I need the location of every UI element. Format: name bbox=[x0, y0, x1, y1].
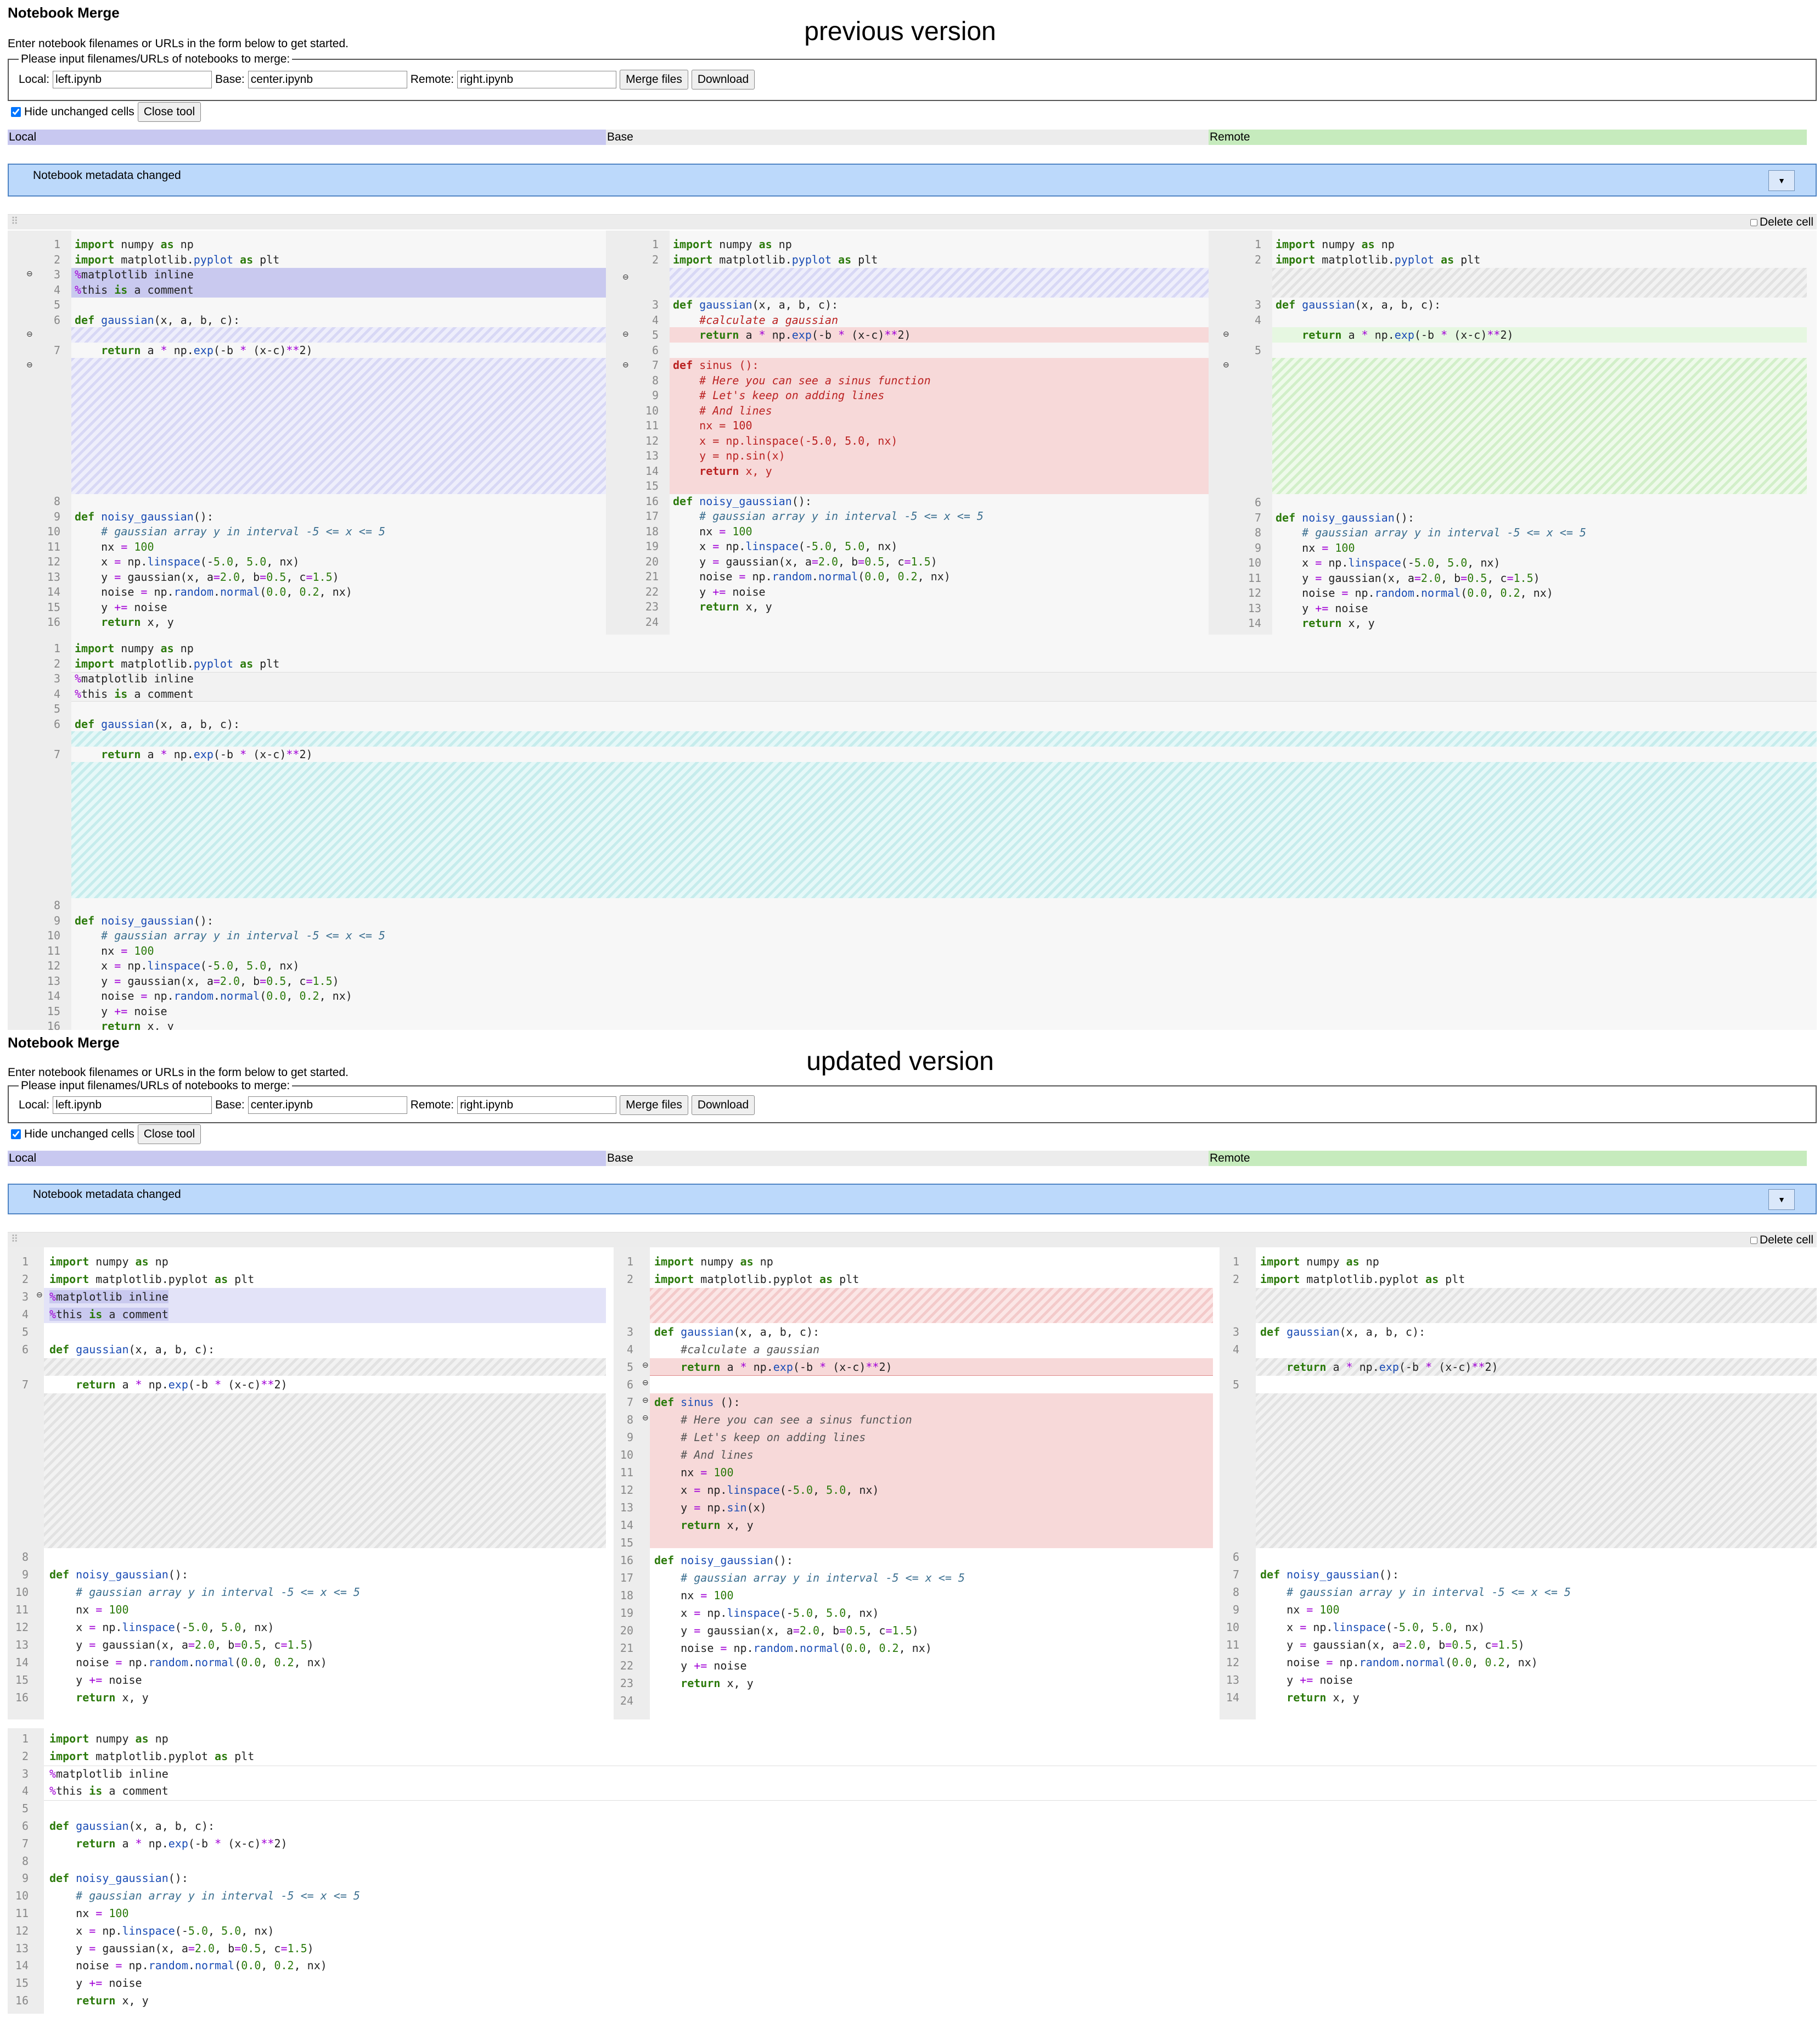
form-legend: Please input filenames/URLs of notebooks… bbox=[21, 53, 290, 65]
code-lines: def noisy_gaussian(): # gaussian array y… bbox=[1260, 1568, 1571, 1704]
code-lines: def noisy_gaussian(): # gaussian array y… bbox=[1276, 511, 1586, 630]
merge-form: Please input filenames/URLs of notebooks… bbox=[8, 1079, 1817, 1123]
column-header-base: Base bbox=[606, 130, 1209, 145]
merged-editor-pane[interactable]: 1 2 3 4 5 6 7 8 9 10 11 12 13 14 15 16 import numpy as … bbox=[8, 1728, 1817, 2014]
delete-cell-control[interactable]: Delete cell bbox=[1750, 216, 1813, 229]
cell-toolbar: ⠿ Delete cell bbox=[8, 1232, 1817, 1247]
code-lines: import numpy as np import matplotlib.pyp… bbox=[673, 238, 984, 613]
hide-unchanged-checkbox[interactable] bbox=[11, 1129, 21, 1139]
code-lines: import numpy as np import matplotlib.pyp… bbox=[49, 1732, 360, 2007]
code-lines: import numpy as np import matplotlib.pyp… bbox=[1276, 238, 1514, 341]
base-label: Base: bbox=[215, 1099, 245, 1111]
local-input[interactable] bbox=[53, 1096, 212, 1114]
local-editor-pane[interactable]: ⊖ ⊖ ⊖ 1234567 8 9 10 11 12 13 14 15 16 import nu… bbox=[8, 231, 606, 635]
close-tool-button[interactable]: Close tool bbox=[137, 102, 201, 122]
merge-files-button[interactable]: Merge files bbox=[620, 1095, 688, 1115]
local-input[interactable] bbox=[53, 71, 212, 88]
column-header-remote: Remote bbox=[1209, 1151, 1807, 1166]
local-label: Local: bbox=[19, 73, 50, 86]
drag-handle-icon[interactable]: ⠿ bbox=[11, 1234, 18, 1245]
column-header-local: Local bbox=[8, 1151, 606, 1166]
base-label: Base: bbox=[215, 73, 245, 86]
delete-cell-checkbox[interactable] bbox=[1750, 218, 1757, 226]
delete-cell-checkbox[interactable] bbox=[1750, 1236, 1757, 1244]
merge-arrow-icon[interactable]: ⊖ bbox=[36, 1290, 43, 1299]
metadata-changed-label: Notebook metadata changed bbox=[33, 169, 181, 182]
code-lines: def noisy_gaussian(): # gaussian array y… bbox=[49, 1568, 360, 1704]
delete-cell-control[interactable]: Delete cell bbox=[1750, 1234, 1813, 1247]
base-editor-pane[interactable]: ⊖ ⊖ ⊖ ⊖ 1 2 3 4 5 6 7 8 9 10 11 12 13 14 15 16 17 18 19 20 2… bbox=[614, 1247, 1213, 1719]
chevron-down-icon[interactable]: ▼ bbox=[1768, 1189, 1795, 1210]
instructions: Enter notebook filenames or URLs in the … bbox=[8, 37, 349, 50]
metadata-changed-label: Notebook metadata changed bbox=[33, 1188, 181, 1201]
download-button[interactable]: Download bbox=[691, 1095, 755, 1115]
merge-arrow-icon[interactable]: ⊖ bbox=[1223, 360, 1229, 369]
delete-cell-label: Delete cell bbox=[1759, 1234, 1813, 1246]
instructions: Enter notebook filenames or URLs in the … bbox=[8, 1066, 349, 1079]
code-lines: def noisy_gaussian(): # gaussian array y… bbox=[75, 509, 385, 629]
remote-input[interactable] bbox=[457, 71, 617, 88]
code-lines: import numpy as np import matplotlib.pyp… bbox=[654, 1255, 965, 1690]
base-editor-pane[interactable]: ⊖ ⊖ ⊖ 1 2 3 4 5 6 7 8 9 10 11 12 13 14 15 16 17 18 19 20 21 2… bbox=[606, 231, 1209, 635]
column-header-local: Local bbox=[8, 130, 606, 145]
local-editor-pane[interactable]: ⊖ 1234567 8 9 10 11 12 13 14 15 16 import numpy … bbox=[8, 1247, 606, 1719]
code-lines: import numpy as np import matplotlib.pyp… bbox=[75, 642, 313, 761]
cell-toolbar: ⠿ Delete cell bbox=[8, 214, 1817, 229]
hide-unchanged-checkbox[interactable] bbox=[11, 107, 21, 117]
base-input[interactable] bbox=[248, 1096, 407, 1114]
merge-arrow-icon[interactable]: ⊖ bbox=[26, 360, 33, 369]
drag-handle-icon[interactable]: ⠿ bbox=[11, 216, 18, 227]
updated-version-label: updated version bbox=[806, 1047, 994, 1076]
local-label: Local: bbox=[19, 1099, 50, 1111]
remote-label: Remote: bbox=[410, 1099, 454, 1111]
merge-arrow-icon[interactable]: ⊖ bbox=[642, 1360, 649, 1370]
merge-files-button[interactable]: Merge files bbox=[620, 70, 688, 89]
merge-arrow-icon[interactable]: ⊖ bbox=[642, 1413, 649, 1422]
merge-form: Please input filenames/URLs of notebooks… bbox=[8, 53, 1817, 101]
chevron-down-icon[interactable]: ▼ bbox=[1768, 170, 1795, 191]
code-lines: def noisy_gaussian(): # gaussian array y… bbox=[75, 914, 385, 1030]
app-title: Notebook Merge bbox=[8, 1034, 120, 1051]
merge-arrow-icon[interactable]: ⊖ bbox=[642, 1378, 649, 1387]
merge-arrow-icon[interactable]: ⊖ bbox=[642, 1396, 649, 1405]
code-lines: import numpy as np import matplotlib.pyp… bbox=[75, 238, 313, 357]
form-legend: Please input filenames/URLs of notebooks… bbox=[21, 1079, 290, 1092]
metadata-banner[interactable]: Notebook metadata changed ▼ bbox=[8, 1184, 1817, 1214]
hide-unchanged-row: Hide unchanged cells Close tool bbox=[11, 1124, 201, 1144]
code-lines: import numpy as np import matplotlib.pyp… bbox=[1260, 1255, 1498, 1374]
metadata-banner[interactable]: Notebook metadata changed ▼ bbox=[8, 164, 1817, 197]
delete-cell-label: Delete cell bbox=[1759, 216, 1813, 228]
remote-editor-pane[interactable]: ⊖ ⊖ 12345 6 7 8 9 10 11 12 13 14 import numpy as… bbox=[1209, 231, 1817, 635]
base-input[interactable] bbox=[248, 71, 407, 88]
code-lines: import numpy as np import matplotlib.pyp… bbox=[49, 1255, 288, 1391]
remote-label: Remote: bbox=[410, 73, 454, 86]
hide-unchanged-label: Hide unchanged cells bbox=[24, 105, 134, 118]
remote-editor-pane[interactable]: 12345 6 7 8 9 10 11 12 13 14 import numpy as np … bbox=[1220, 1247, 1817, 1719]
remote-input[interactable] bbox=[457, 1096, 617, 1114]
column-header-remote: Remote bbox=[1209, 130, 1807, 145]
column-header-base: Base bbox=[606, 1151, 1209, 1166]
merged-editor-pane[interactable]: 1234567 8 9 10 11 12 13 14 15 16 import numpy as… bbox=[8, 635, 1817, 1030]
app-title: Notebook Merge bbox=[8, 4, 120, 21]
previous-version-label: previous version bbox=[804, 17, 996, 46]
hide-unchanged-row: Hide unchanged cells Close tool bbox=[11, 102, 201, 122]
close-tool-button[interactable]: Close tool bbox=[137, 1124, 201, 1144]
download-button[interactable]: Download bbox=[691, 70, 755, 89]
hide-unchanged-label: Hide unchanged cells bbox=[24, 1128, 134, 1140]
